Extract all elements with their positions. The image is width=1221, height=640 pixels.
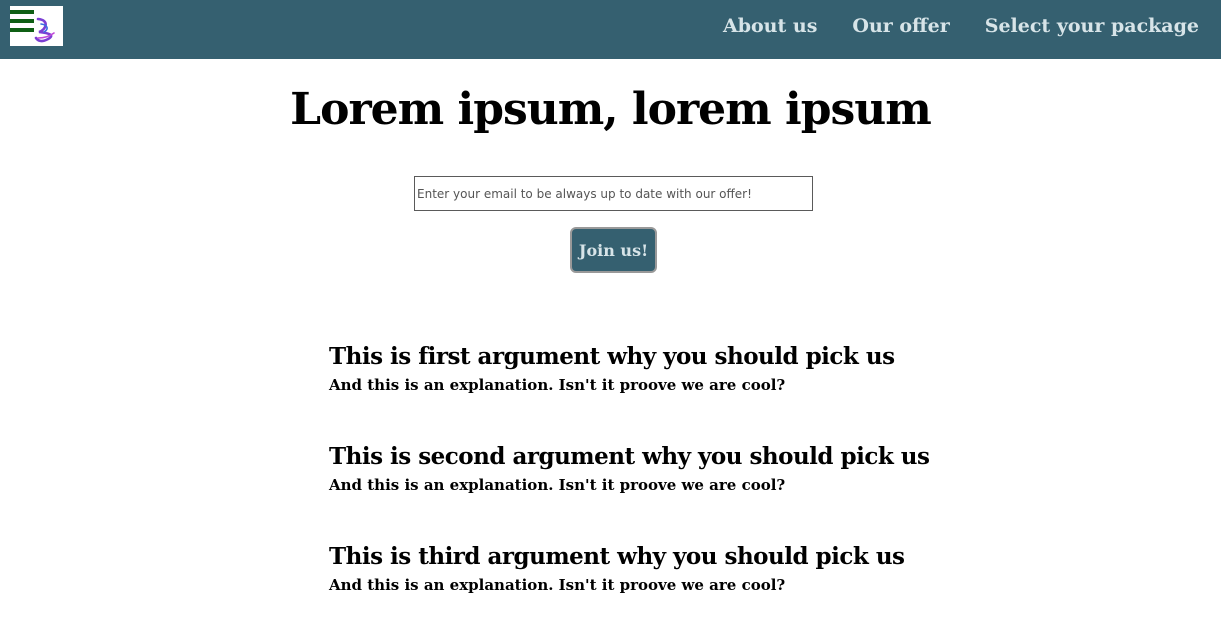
argument-explanation: And this is an explanation. Isn't it pro… [329,476,786,494]
ribbon-logo-icon [34,17,55,43]
nav-link-select-package[interactable]: Select your package [985,15,1199,37]
page-title: Lorem ipsum, lorem ipsum [290,84,932,135]
hamburger-line [10,19,34,23]
argument-explanation: And this is an explanation. Isn't it pro… [329,576,786,594]
argument-item: This is third argument why you should pi… [329,540,1089,640]
hamburger-line [10,28,34,32]
argument-title: This is third argument why you should pi… [329,543,905,570]
argument-title: This is first argument why you should pi… [329,343,895,370]
argument-item: This is second argument why you should p… [329,440,1089,540]
hamburger-menu-icon[interactable] [10,10,34,32]
email-field[interactable] [414,176,813,211]
argument-item: This is first argument why you should pi… [329,340,1089,440]
main-nav: About us Our offer Select your package [723,15,1199,37]
argument-title: This is second argument why you should p… [329,443,930,470]
hamburger-line [10,10,34,14]
join-us-button[interactable]: Join us! [570,227,657,273]
arguments-list: This is first argument why you should pi… [329,340,1089,640]
nav-link-about-us[interactable]: About us [723,15,817,37]
nav-link-our-offer[interactable]: Our offer [852,15,949,37]
argument-explanation: And this is an explanation. Isn't it pro… [329,376,786,394]
top-navigation-bar: About us Our offer Select your package [0,0,1221,59]
